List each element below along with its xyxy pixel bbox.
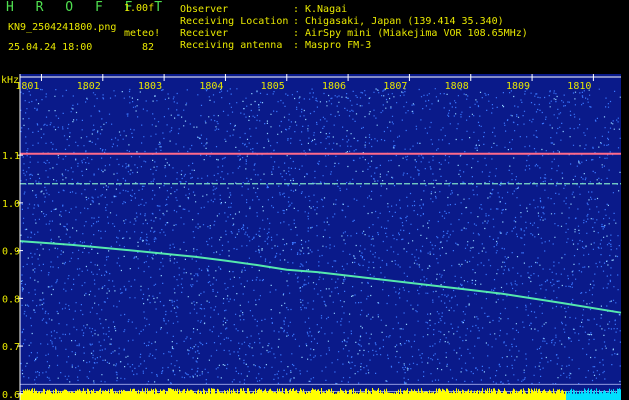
info-row-location: Receiving Location: Chigasaki, Japan (139… [180, 16, 528, 28]
y-tick-label: 0.8 [2, 294, 20, 305]
x-tick-label: 1803 [138, 81, 162, 92]
x-tick-label: 1809 [506, 81, 530, 92]
info-label: Receiving Location [180, 16, 289, 27]
info-separator: : [293, 16, 300, 27]
y-tick-label: 1.1 [2, 151, 20, 162]
x-tick-label: 1807 [383, 81, 407, 92]
x-tick-label: 1805 [261, 81, 285, 92]
info-label: Observer [180, 4, 229, 15]
x-tick-label: 1810 [567, 81, 591, 92]
info-value: Chigasaki, Japan (139.414 35.340) [305, 16, 504, 27]
count-label: 82 [142, 42, 155, 53]
x-tick-label: 1804 [199, 81, 223, 92]
y-tick-label: 1.0 [2, 199, 20, 210]
header-panel: H R O F F T 1.00f KN9_2504241800.png met… [0, 0, 629, 74]
info-separator: : [293, 4, 300, 15]
x-tick-label: 1801 [15, 81, 39, 92]
info-separator: : [293, 28, 300, 39]
x-tick-label: 1808 [445, 81, 469, 92]
info-block: Observer: K.Nagai Receiving Location: Chig… [180, 4, 528, 52]
info-label: Receiving antenna [180, 40, 283, 51]
x-tick-label: 1802 [77, 81, 101, 92]
spectrogram-background [20, 74, 621, 400]
version-label: 1.00f [124, 3, 155, 14]
info-value: K.Nagai [305, 4, 348, 15]
info-row-antenna: Receiving antenna: Maspro FM-3 [180, 40, 528, 52]
filename-label: KN9_2504241800.png [8, 22, 117, 33]
info-row-receiver: Receiver: AirSpy mini (Miakejima VOR 108.… [180, 28, 528, 40]
datetime-label: 25.04.24 18:00 [8, 42, 93, 53]
meteo-label: meteo! [124, 28, 161, 39]
y-tick-label: 0.9 [2, 247, 20, 258]
info-label: Receiver [180, 28, 229, 39]
info-row-observer: Observer: K.Nagai [180, 4, 528, 16]
y-tick-label: 0.6 [2, 390, 20, 400]
x-tick-label: 1806 [322, 81, 346, 92]
info-value: Maspro FM-3 [305, 40, 372, 51]
spectrogram-chart: 1.11.00.90.80.70.6kHz1801 1802 1803 1804 180… [1, 74, 622, 400]
info-value: AirSpy mini (Miakejima VOR 108.65MHz) [305, 28, 528, 39]
y-tick-label: 0.7 [2, 342, 20, 353]
info-separator: : [293, 40, 300, 51]
